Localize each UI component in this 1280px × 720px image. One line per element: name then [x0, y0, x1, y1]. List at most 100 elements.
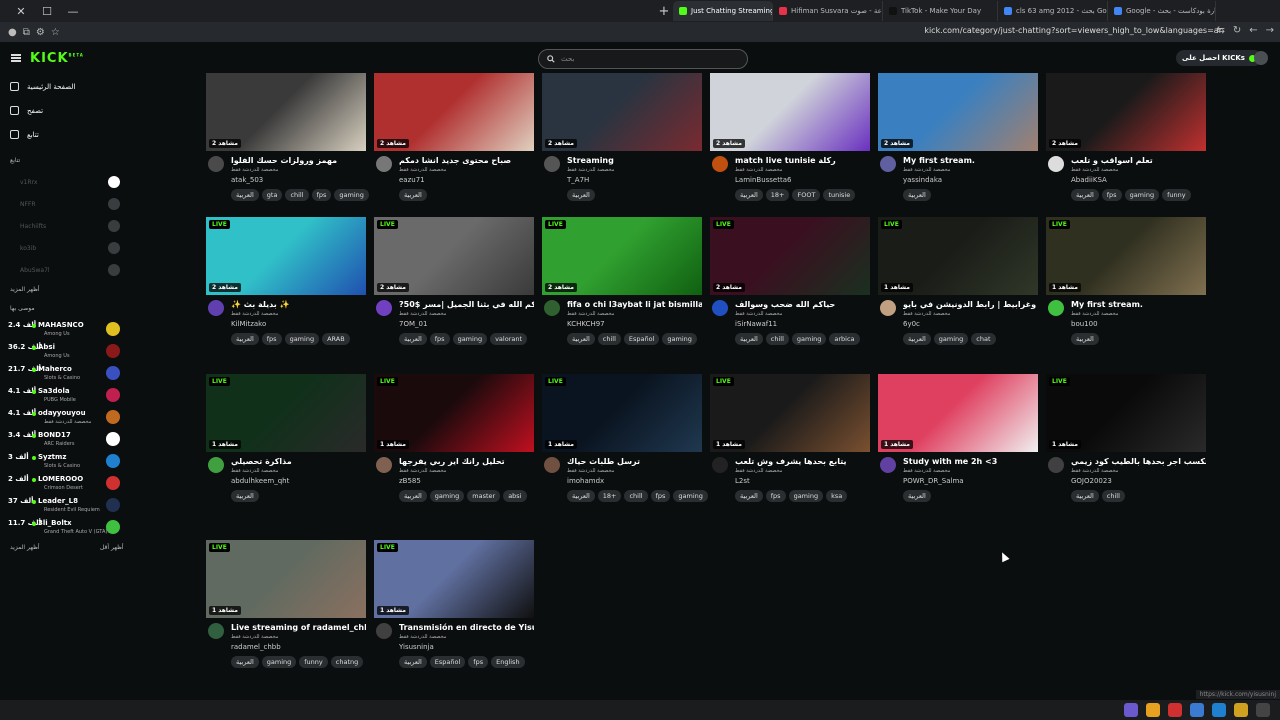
- stream-tag[interactable]: 18+: [597, 490, 622, 502]
- stream-tag[interactable]: Español: [429, 656, 466, 668]
- streamer-username[interactable]: bou100: [1071, 320, 1098, 328]
- stream-tag[interactable]: funny: [299, 656, 328, 668]
- stream-thumbnail[interactable]: 2 مشاهد: [374, 73, 534, 151]
- streamer-username[interactable]: POWR_DR_Salma: [903, 477, 964, 485]
- stream-tag[interactable]: العربية: [735, 189, 763, 201]
- stream-title[interactable]: تعلم اسواقب و تلعب: [1071, 156, 1206, 165]
- stream-tag[interactable]: gaming: [788, 490, 824, 502]
- forward-icon[interactable]: →: [1266, 25, 1274, 36]
- stream-tag[interactable]: gaming: [1124, 189, 1160, 201]
- stream-category[interactable]: مخصصة للدردشة فقط: [903, 167, 950, 173]
- streamer-username[interactable]: abdulhkeem_qht: [231, 477, 289, 485]
- stream-category[interactable]: مخصصة للدردشة فقط: [903, 311, 950, 317]
- reload-icon[interactable]: ↻: [1233, 25, 1241, 36]
- streamer-avatar[interactable]: [208, 300, 224, 316]
- stream-category[interactable]: مخصصة للدردشة فقط: [567, 468, 614, 474]
- recommended-channel[interactable]: 37 ألف Leader_L8 Resident Evil Requiem: [8, 496, 122, 516]
- stream-tag[interactable]: العربية: [903, 490, 931, 502]
- stream-tag[interactable]: gaming: [662, 333, 697, 345]
- stream-tag[interactable]: العربية: [399, 656, 427, 668]
- streamer-username[interactable]: 6y0c: [903, 320, 920, 328]
- stream-card[interactable]: 2 مشاهد تعلم اسواقب و تلعب مخصصة للدردشة ف…: [1046, 73, 1206, 201]
- store-icon[interactable]: [1212, 703, 1226, 717]
- streamer-avatar[interactable]: [208, 623, 224, 639]
- recommended-channel[interactable]: 2 ألف LOMEROOO Crimson Desert: [8, 474, 122, 494]
- following-item[interactable]: NFFR: [20, 198, 120, 210]
- streamer-username[interactable]: Yisusninja: [399, 643, 434, 651]
- stream-tag[interactable]: fps: [1101, 189, 1122, 201]
- stream-tag[interactable]: tunisie: [823, 189, 856, 201]
- stream-tag[interactable]: gaming: [673, 490, 708, 502]
- stream-category[interactable]: مخصصة للدردشة فقط: [1071, 468, 1118, 474]
- streamer-avatar[interactable]: [1048, 457, 1064, 473]
- stream-card[interactable]: LIVE 1 مشاهد تحليل رانك اير ربي يفرجها مخصص…: [374, 374, 534, 502]
- stream-category[interactable]: مخصصة للدردشة فقط: [231, 311, 278, 317]
- streamer-avatar[interactable]: [712, 457, 728, 473]
- stream-tag[interactable]: fps: [765, 490, 786, 502]
- stream-category[interactable]: مخصصة للدردشة فقط: [735, 468, 782, 474]
- stream-category[interactable]: مخصصة للدردشة فقط: [567, 311, 614, 317]
- stream-thumbnail[interactable]: 2 مشاهد: [542, 73, 702, 151]
- stream-tag[interactable]: chat: [971, 333, 996, 345]
- streamer-username[interactable]: atak_503: [231, 176, 263, 184]
- stream-tag[interactable]: العربية: [231, 333, 259, 345]
- back-icon[interactable]: ←: [1249, 25, 1257, 36]
- streamer-username[interactable]: T_A7H: [567, 176, 589, 184]
- streamer-username[interactable]: KilMitzako: [231, 320, 266, 328]
- maximize-window-icon[interactable]: ☐: [34, 5, 60, 18]
- stream-thumbnail[interactable]: LIVE 1 مشاهد: [374, 540, 534, 618]
- stream-category[interactable]: مخصصة للدردشة فقط: [399, 468, 446, 474]
- new-tab-button[interactable]: +: [655, 4, 673, 19]
- stream-tag[interactable]: arbica: [829, 333, 860, 345]
- streamer-username[interactable]: radamel_chbb: [231, 643, 281, 651]
- streamer-avatar[interactable]: [880, 156, 896, 172]
- get-kicks-button[interactable]: احصل على KICKs: [1176, 50, 1262, 66]
- recommended-channel[interactable]: 4.1 ألف odayyouyou مخصصة للدردشة فقط: [8, 408, 122, 428]
- mail-icon[interactable]: [1190, 703, 1204, 717]
- stream-tag[interactable]: gaming: [429, 490, 465, 502]
- stream-title[interactable]: Live streaming of radamel_chbb: [231, 623, 366, 632]
- stream-tag[interactable]: العربية: [231, 656, 259, 668]
- stream-tag[interactable]: العربية: [903, 189, 931, 201]
- stream-tag[interactable]: master: [467, 490, 501, 502]
- minimize-window-icon[interactable]: —: [60, 5, 86, 18]
- stream-tag[interactable]: fps: [650, 490, 671, 502]
- streamer-avatar[interactable]: [880, 300, 896, 316]
- streamer-avatar[interactable]: [712, 300, 728, 316]
- stream-title[interactable]: القران تكسب اجر بحدها بالطيب كود زيمي: [1071, 457, 1206, 466]
- streamer-avatar[interactable]: [880, 457, 896, 473]
- stream-tag[interactable]: fps: [468, 656, 489, 668]
- stream-tag[interactable]: fps: [429, 333, 450, 345]
- stream-thumbnail[interactable]: LIVE 1 مشاهد: [206, 374, 366, 452]
- stream-tag[interactable]: ksa: [826, 490, 848, 502]
- following-item[interactable]: Hachiifts: [20, 220, 120, 232]
- stream-tag[interactable]: العربية: [1071, 189, 1099, 201]
- browser-tab[interactable]: TikTok - Make Your Day: [883, 1, 998, 21]
- stream-tag[interactable]: العربية: [231, 189, 259, 201]
- following-item[interactable]: ko3ib: [20, 242, 120, 254]
- stream-card[interactable]: LIVE 2 مشاهد حياكم الله ضحب وسوالف مخصصة لل…: [710, 217, 870, 345]
- stream-title[interactable]: مذاكرة تحصيلي: [231, 457, 366, 466]
- stream-title[interactable]: بث تختيم وغرابيط | رابط الدونيشن في بايو: [903, 300, 1038, 309]
- recommended-channel[interactable]: 36.2 ألفAbsi Among Us: [8, 342, 122, 362]
- stream-tag[interactable]: Español: [623, 333, 660, 345]
- stream-card[interactable]: LIVE 1 مشاهد القران تكسب اجر بحدها بالطيب …: [1046, 374, 1206, 502]
- streamer-avatar[interactable]: [1048, 156, 1064, 172]
- stream-title[interactable]: Streaming: [567, 156, 702, 165]
- recommended-channel[interactable]: 2.4 ألف MAHASNCO Among Us: [8, 320, 122, 340]
- stream-thumbnail[interactable]: LIVE 1 مشاهد: [374, 374, 534, 452]
- stream-tag[interactable]: gaming: [261, 656, 297, 668]
- stream-tag[interactable]: funny: [1162, 189, 1191, 201]
- stream-title[interactable]: يتابع بحدها يشرف وش تلعب: [735, 457, 870, 466]
- sidebar-nav-item[interactable]: الصفحة الرئيسية: [10, 82, 125, 91]
- stream-tag[interactable]: العربية: [1071, 490, 1099, 502]
- stream-category[interactable]: مخصصة للدردشة فقط: [399, 167, 446, 173]
- stream-tag[interactable]: gta: [261, 189, 283, 201]
- stream-card[interactable]: 1 مشاهد Study with me 2h <3 مخصصة للدردشة …: [878, 374, 1038, 502]
- browser-tab[interactable]: Just Chatting Streaming - Live: [673, 1, 773, 21]
- stream-tag[interactable]: chill: [597, 333, 621, 345]
- stream-thumbnail[interactable]: LIVE 1 مشاهد: [1046, 217, 1206, 295]
- stream-tag[interactable]: English: [491, 656, 525, 668]
- following-item[interactable]: v1Rrx: [20, 176, 120, 188]
- tools-icon[interactable]: ⚙: [36, 27, 45, 38]
